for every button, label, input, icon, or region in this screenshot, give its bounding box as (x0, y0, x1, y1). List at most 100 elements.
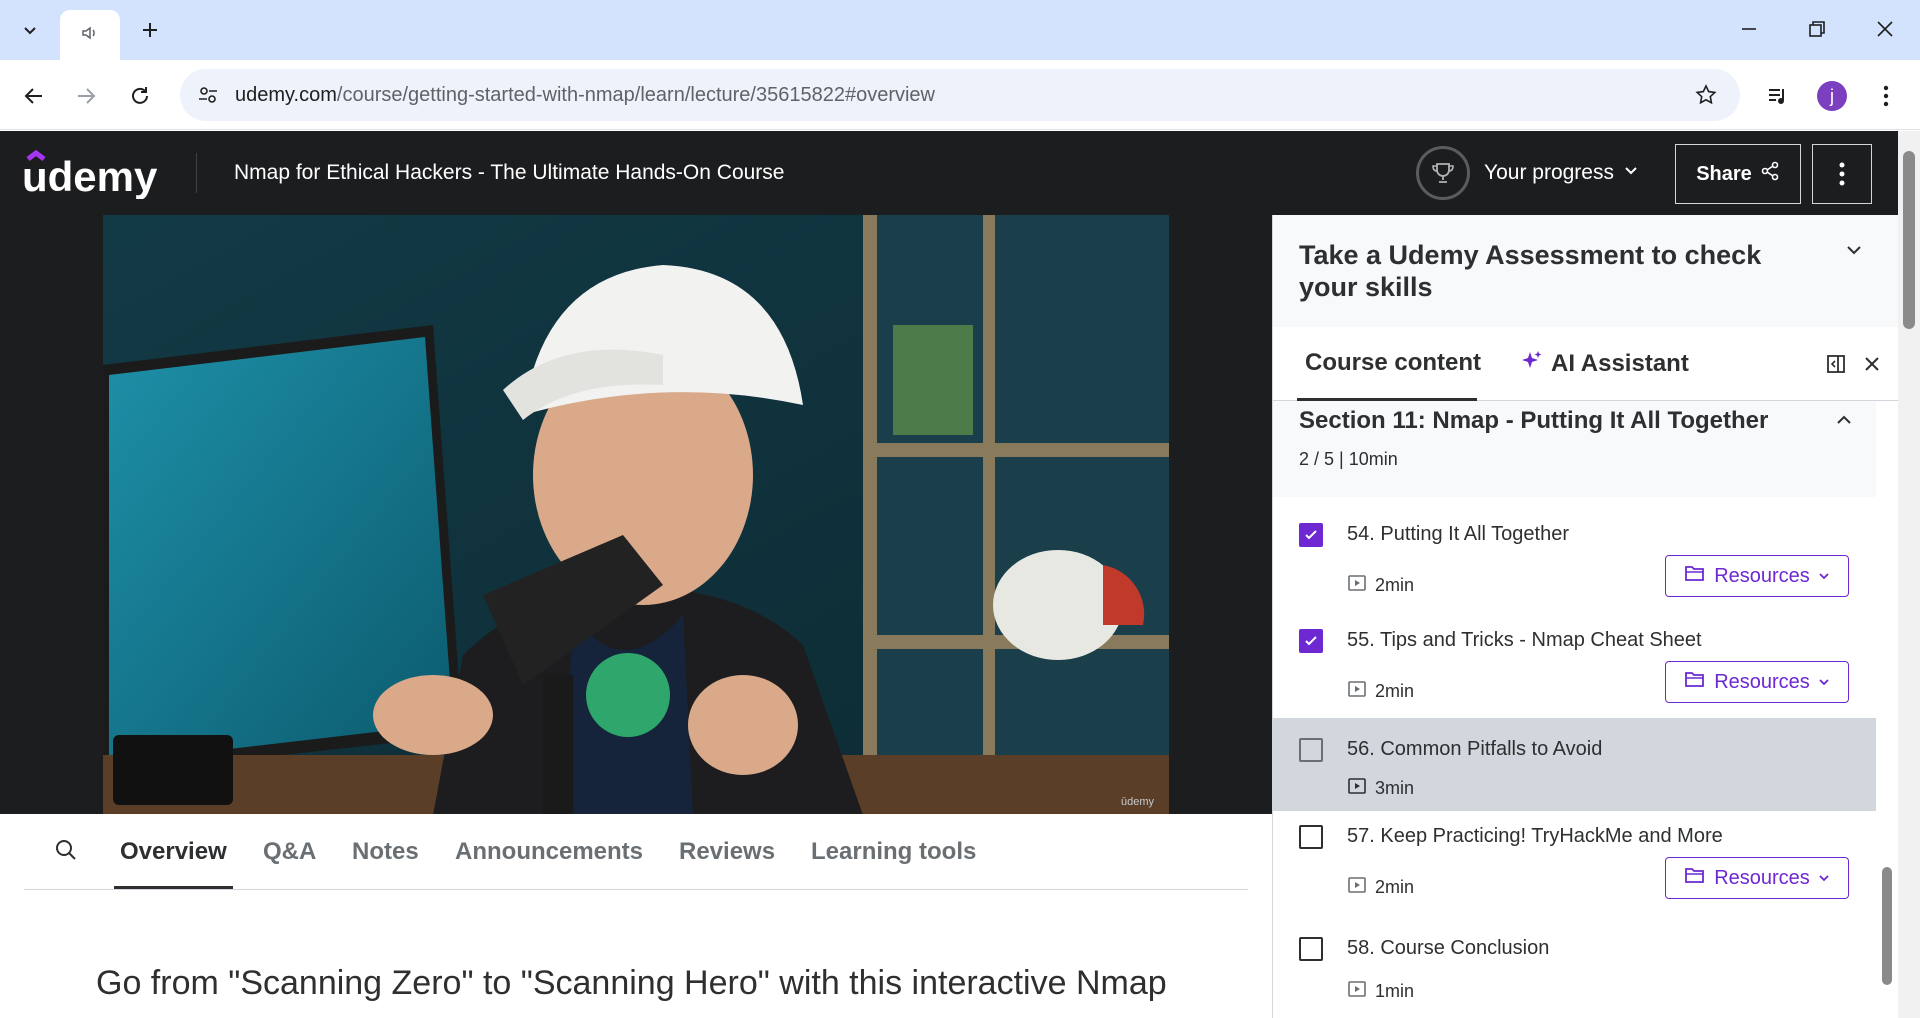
tab-learning-tools[interactable]: Learning tools (811, 838, 976, 866)
sidebar-tabs: Course content AI Assistant (1273, 327, 1898, 401)
tab-notes[interactable]: Notes (352, 838, 419, 866)
lecture-duration: 2min (1347, 573, 1414, 598)
folder-icon (1684, 564, 1706, 588)
lecture-title: 55. Tips and Tricks - Nmap Cheat Sheet (1347, 629, 1702, 651)
lecture-title: 58. Course Conclusion (1347, 937, 1550, 959)
active-tab-indicator (114, 886, 233, 889)
sidebar-scrollbar-thumb[interactable] (1882, 867, 1892, 985)
lecture-checkbox[interactable] (1299, 738, 1323, 762)
video-player[interactable]: ūdemy (0, 215, 1272, 814)
header-divider (196, 153, 197, 193)
chevron-up-icon[interactable] (1835, 411, 1853, 434)
lecture-item[interactable]: 57. Keep Practicing! TryHackMe and More … (1273, 811, 1877, 923)
assessment-banner[interactable]: Take a Udemy Assessment to check your sk… (1273, 215, 1898, 327)
bookmark-star-icon[interactable] (1692, 81, 1720, 109)
lecture-item[interactable]: 55. Tips and Tricks - Nmap Cheat Sheet 2… (1273, 609, 1877, 721)
video-icon (1347, 573, 1367, 598)
course-title[interactable]: Nmap for Ethical Hackers - The Ultimate … (234, 161, 784, 185)
tab-course-content[interactable]: Course content (1305, 349, 1481, 377)
lecture-duration: 3min (1347, 776, 1414, 801)
tab-qa[interactable]: Q&A (263, 838, 316, 866)
tab-announcements[interactable]: Announcements (455, 838, 643, 866)
restore-icon[interactable] (1792, 8, 1842, 50)
chevron-down-icon (1818, 565, 1830, 588)
search-icon[interactable] (54, 838, 78, 867)
resources-button[interactable]: Resources (1665, 857, 1849, 899)
more-options-icon[interactable] (1812, 144, 1872, 204)
page-scrollbar[interactable] (1898, 131, 1920, 1018)
browser-menu-icon[interactable] (1866, 76, 1906, 116)
lecture-title: 54. Putting It All Together (1347, 523, 1570, 545)
course-header: udemy Nmap for Ethical Hackers - The Ult… (0, 131, 1898, 215)
new-tab-plus-icon[interactable] (128, 12, 172, 48)
duration-text: 2min (1375, 681, 1415, 701)
trophy-icon (1416, 146, 1470, 200)
lecture-tabs: Overview Q&A Notes Announcements Reviews… (24, 814, 1248, 890)
duration-text: 2min (1375, 575, 1415, 595)
video-watermark: ūdemy (1120, 796, 1154, 808)
section-meta: 2 / 5 | 10min (1299, 449, 1398, 469)
lecture-item[interactable]: 58. Course Conclusion 1min (1273, 923, 1877, 1018)
lecture-item-current[interactable]: 56. Common Pitfalls to Avoid 3min (1273, 718, 1877, 811)
check-icon (1305, 636, 1317, 646)
site-settings-icon[interactable] (194, 81, 222, 109)
address-bar[interactable]: udemy.com/course/getting-started-with-nm… (180, 69, 1740, 121)
lecture-checkbox[interactable] (1299, 523, 1323, 547)
chevron-down-icon[interactable] (1845, 241, 1863, 264)
course-sidebar: Take a Udemy Assessment to check your sk… (1272, 215, 1898, 1018)
chevron-down-icon (1818, 671, 1830, 694)
lecture-title: 57. Keep Practicing! TryHackMe and More (1347, 825, 1723, 847)
media-control-icon[interactable] (1758, 76, 1798, 116)
tab-ai-assistant[interactable]: AI Assistant (1521, 349, 1689, 378)
page-scrollbar-thumb[interactable] (1903, 151, 1915, 329)
folder-icon (1684, 670, 1706, 694)
url-path: /course/getting-started-with-nmap/learn/… (336, 84, 935, 106)
share-button[interactable]: Share (1675, 144, 1801, 204)
speaker-icon[interactable] (80, 23, 100, 48)
profile-avatar[interactable]: j (1812, 76, 1852, 116)
minimize-icon[interactable] (1724, 8, 1774, 50)
sidebar-scrollbar[interactable] (1876, 401, 1898, 1018)
lecture-duration: 2min (1347, 875, 1414, 900)
back-arrow-icon[interactable] (14, 76, 54, 116)
duration-text: 3min (1375, 778, 1415, 798)
resources-button[interactable]: Resources (1665, 555, 1849, 597)
udemy-logo[interactable]: udemy (22, 147, 162, 200)
lecture-checkbox[interactable] (1299, 825, 1323, 849)
lecture-checkbox[interactable] (1299, 629, 1323, 653)
chevron-down-icon (1818, 867, 1830, 890)
lecture-item[interactable]: 54. Putting It All Together 2min Resourc… (1273, 497, 1877, 609)
video-icon (1347, 979, 1367, 1004)
lecture-checkbox[interactable] (1299, 937, 1323, 961)
section-title: Section 11: Nmap - Putting It All Togeth… (1299, 407, 1769, 434)
browser-toolbar: udemy.com/course/getting-started-with-nm… (0, 60, 1920, 130)
close-window-icon[interactable] (1860, 8, 1910, 50)
tab-reviews[interactable]: Reviews (679, 838, 775, 866)
tab-search-dropdown-icon[interactable] (10, 12, 50, 48)
video-icon (1347, 679, 1367, 704)
ai-assistant-label: AI Assistant (1551, 349, 1689, 377)
forward-arrow-icon[interactable] (66, 76, 106, 116)
share-label: Share (1696, 162, 1752, 185)
sparkle-icon (1521, 349, 1543, 378)
check-icon (1305, 530, 1317, 540)
tab-overview[interactable]: Overview (120, 838, 227, 866)
duration-text: 1min (1375, 981, 1415, 1001)
chevron-down-icon (1624, 164, 1638, 183)
browser-tab-active[interactable] (60, 10, 120, 60)
reload-icon[interactable] (120, 76, 160, 116)
url-text[interactable]: udemy.com/course/getting-started-with-nm… (235, 84, 935, 107)
close-icon[interactable] (1857, 349, 1887, 379)
browser-tab-bar (0, 0, 1920, 60)
resources-label: Resources (1714, 866, 1810, 889)
url-host: udemy.com (235, 84, 337, 106)
resources-label: Resources (1714, 564, 1810, 587)
duration-text: 2min (1375, 877, 1415, 897)
dock-panel-icon[interactable] (1821, 349, 1851, 379)
section-header[interactable]: Section 11: Nmap - Putting It All Togeth… (1273, 401, 1877, 497)
your-progress-button[interactable]: Your progress (1416, 145, 1638, 201)
share-icon (1760, 161, 1780, 187)
resources-label: Resources (1714, 670, 1810, 693)
lecture-duration: 1min (1347, 979, 1414, 1004)
resources-button[interactable]: Resources (1665, 661, 1849, 703)
